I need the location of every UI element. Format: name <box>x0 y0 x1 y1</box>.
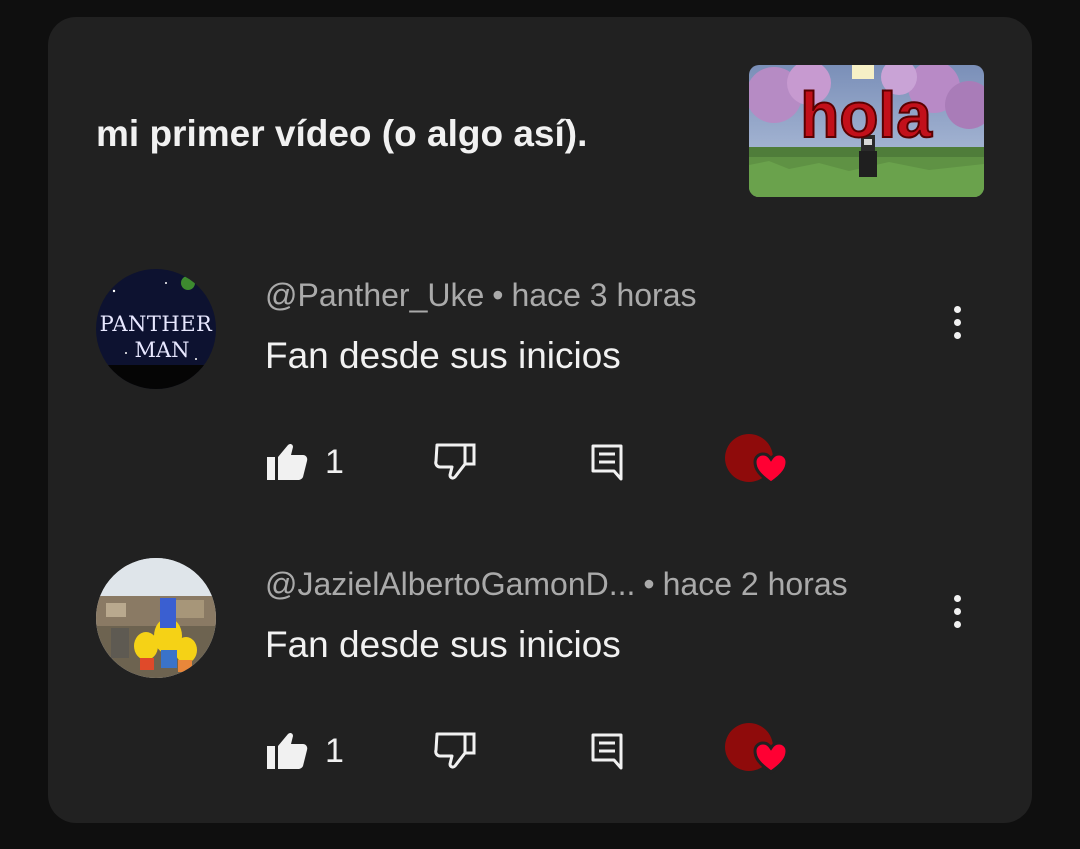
comment-author[interactable]: @JazielAlbertoGamonD... <box>265 566 635 602</box>
video-thumbnail[interactable]: hola <box>749 65 984 197</box>
video-header[interactable]: mi primer vídeo (o algo así). hola <box>48 17 1032 217</box>
reply-button[interactable] <box>590 716 624 786</box>
more-options-button[interactable] <box>941 586 973 636</box>
avatar[interactable]: PANTHER MAN <box>96 269 216 389</box>
thumbs-down-icon <box>434 732 476 769</box>
comment-text: Fan desde sus inicios <box>265 335 621 376</box>
more-options-button[interactable] <box>941 297 973 347</box>
video-title[interactable]: mi primer vídeo (o algo así). <box>96 113 587 155</box>
thumbs-down-icon <box>434 443 476 480</box>
like-count: 1 <box>325 442 344 481</box>
thumbs-up-icon <box>267 443 308 480</box>
comment-meta: @JazielAlbertoGamonD... • hace 2 horas <box>265 566 848 603</box>
more-vertical-icon-dot <box>953 594 961 602</box>
more-vertical-icon-dot <box>953 620 961 628</box>
like-button[interactable]: 1 <box>265 427 344 497</box>
comments-card: mi primer vídeo (o algo así). hola PANTH… <box>48 17 1032 823</box>
creator-heart[interactable] <box>725 716 797 786</box>
meta-separator: • <box>643 566 655 602</box>
more-vertical-icon-dot <box>953 305 961 313</box>
reply-button[interactable] <box>590 427 624 497</box>
creator-heart-icon <box>753 741 789 774</box>
comment-meta: @Panther_Uke • hace 3 horas <box>265 277 696 314</box>
thumbs-up-icon <box>267 732 308 769</box>
avatar[interactable] <box>96 558 216 678</box>
reply-comment-icon <box>591 444 623 481</box>
comment-time[interactable]: hace 2 horas <box>663 566 848 602</box>
like-button[interactable]: 1 <box>265 716 344 786</box>
comment-author[interactable]: @Panther_Uke <box>265 277 484 313</box>
comment-item: PANTHER MAN @Panther_Uke • hace 3 horas Fa… <box>48 267 1032 537</box>
comment-actions: 1 <box>265 427 865 497</box>
creator-heart-icon <box>753 452 789 485</box>
reply-comment-icon <box>591 733 623 770</box>
avatar-text-line2: MAN <box>134 338 189 362</box>
more-vertical-icon-dot <box>953 331 961 339</box>
dislike-button[interactable] <box>433 716 477 786</box>
avatar-text-line1: PANTHER <box>100 312 213 336</box>
like-count: 1 <box>325 731 344 770</box>
comment-actions: 1 <box>265 716 865 786</box>
more-vertical-icon-dot <box>953 607 961 615</box>
meta-separator: • <box>492 277 504 313</box>
comment-time[interactable]: hace 3 horas <box>511 277 696 313</box>
dislike-button[interactable] <box>433 427 477 497</box>
comment-item: @JazielAlbertoGamonD... • hace 2 horas Fan… <box>48 556 1032 826</box>
creator-heart[interactable] <box>725 427 797 497</box>
comment-text: Fan desde sus inicios <box>265 624 621 665</box>
thumbnail-text: hola <box>800 79 932 151</box>
more-vertical-icon-dot <box>953 318 961 326</box>
